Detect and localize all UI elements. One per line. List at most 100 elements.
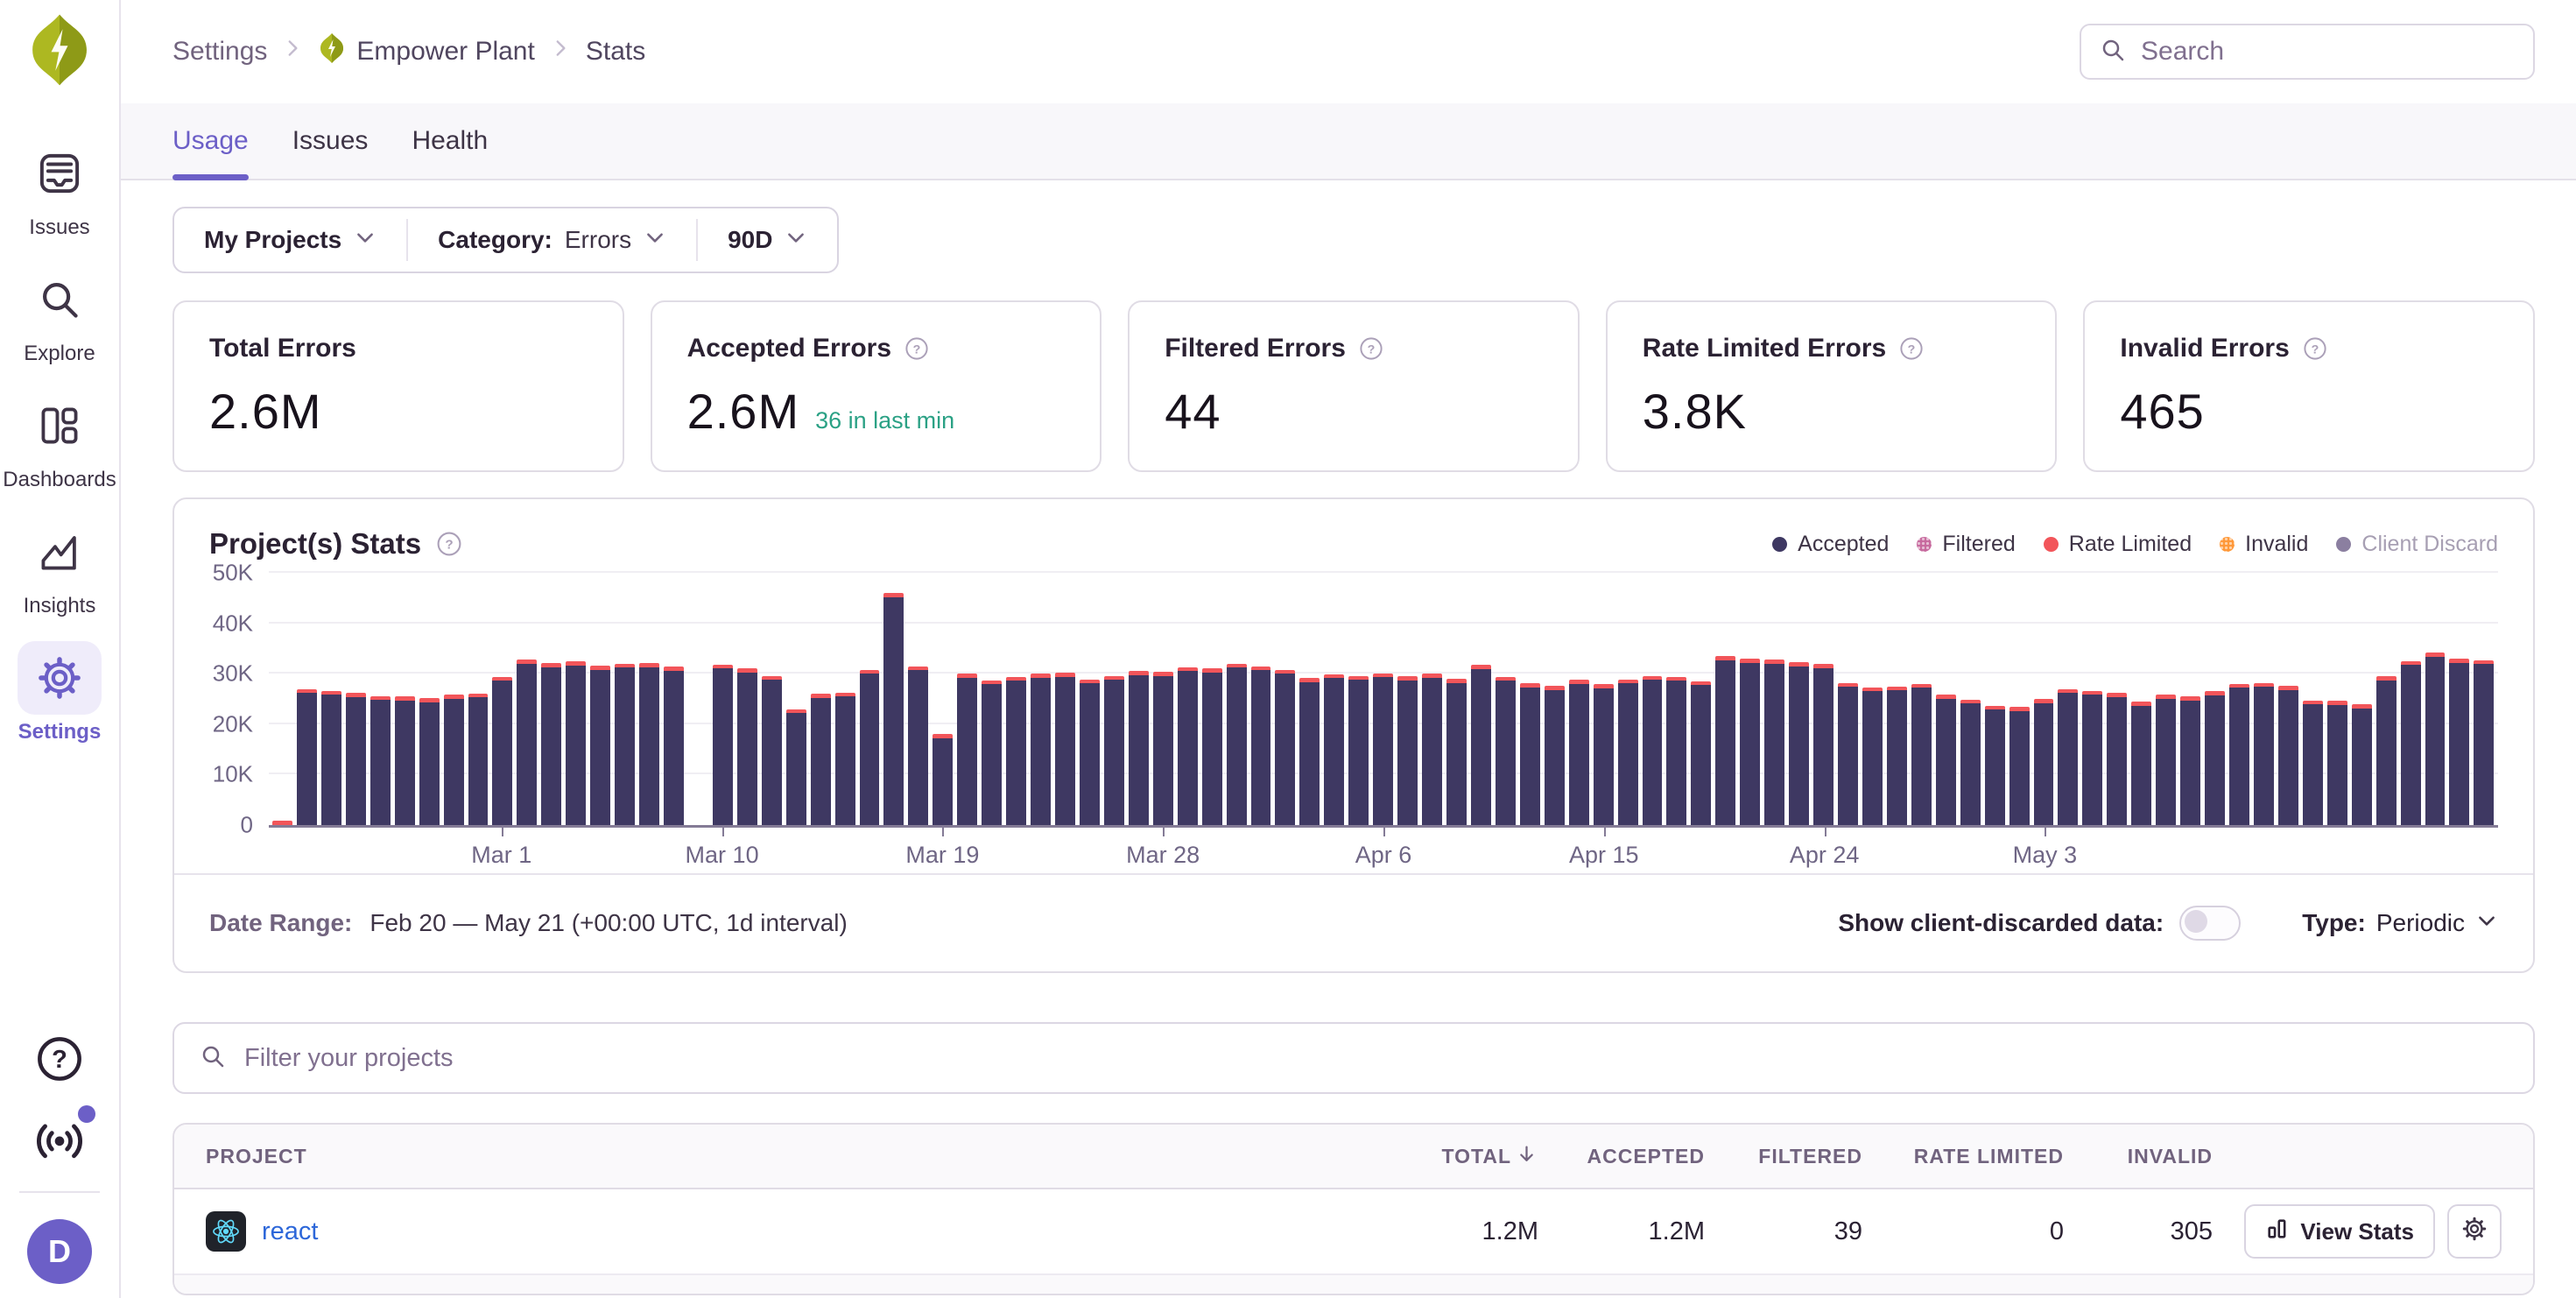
chart-bar[interactable] (1666, 677, 1686, 825)
chart-bar[interactable] (419, 698, 440, 825)
chart-bar[interactable] (2327, 701, 2347, 825)
chart-bar[interactable] (2034, 699, 2054, 825)
chart-bar[interactable] (346, 693, 366, 825)
chart-bar[interactable] (2376, 676, 2397, 825)
project-filter-input[interactable] (243, 1043, 2509, 1074)
chart-bar[interactable] (1006, 677, 1026, 825)
chart-bar[interactable] (1299, 678, 1320, 825)
global-search-input[interactable] (2139, 36, 2516, 67)
chart-bar[interactable] (860, 670, 880, 825)
chart-bar[interactable] (1251, 667, 1271, 825)
chart-bar[interactable] (541, 663, 561, 825)
chart-bar[interactable] (1397, 676, 1418, 825)
chart-bar[interactable] (590, 666, 610, 825)
chart-bar[interactable] (1153, 672, 1173, 825)
legend-item-invalid[interactable]: Invalid (2220, 532, 2308, 557)
legend-item-client-discard[interactable]: Client Discard (2336, 532, 2498, 557)
project-settings-button[interactable] (2447, 1204, 2502, 1259)
chart-bar[interactable] (2303, 701, 2323, 825)
column-header-rate-limited[interactable]: RATE LIMITED (1862, 1145, 2064, 1168)
chart-bar[interactable] (1348, 676, 1369, 825)
chart-bar[interactable] (1496, 677, 1516, 825)
chart-bar[interactable] (1080, 680, 1100, 825)
breadcrumb-settings[interactable]: Settings (172, 37, 267, 67)
chart-bar[interactable] (639, 663, 659, 825)
chart-bar[interactable] (615, 664, 635, 825)
chart-bar[interactable] (1373, 674, 1393, 825)
legend-item-accepted[interactable]: Accepted (1772, 532, 1889, 557)
help-icon[interactable]: ? (2302, 335, 2328, 362)
chart-bar[interactable] (2131, 702, 2151, 825)
chart-bar[interactable] (664, 667, 684, 825)
sidebar-item-issues[interactable]: Issues (18, 137, 102, 240)
tab-usage[interactable]: Usage (172, 126, 249, 179)
chart-bar[interactable] (1764, 660, 1784, 825)
breadcrumb-stats[interactable]: Stats (586, 37, 645, 67)
project-filter-search[interactable] (172, 1022, 2535, 1094)
chart-bar[interactable] (395, 696, 415, 825)
legend-item-filtered[interactable]: Filtered (1917, 532, 2015, 557)
help-icon[interactable]: ? (1898, 335, 1925, 362)
chart-bar[interactable] (1227, 664, 1247, 825)
chart-bar[interactable] (1446, 679, 1467, 825)
chart-bar[interactable] (1960, 700, 1981, 825)
chart-bar[interactable] (2107, 693, 2127, 825)
legend-item-rate-limited[interactable]: Rate Limited (2044, 532, 2192, 557)
chart-bar[interactable] (1104, 676, 1124, 825)
chart-bar[interactable] (468, 694, 489, 825)
chart-bar[interactable] (2425, 653, 2446, 825)
help-icon[interactable]: ? (904, 335, 930, 362)
view-stats-button[interactable]: View Stats (2244, 1204, 2435, 1259)
chart-bar[interactable] (2254, 683, 2274, 825)
help-icon[interactable]: ? (435, 530, 463, 558)
chart-bar[interactable] (1740, 659, 1760, 825)
chart-bar[interactable] (1691, 681, 1711, 825)
chart-bar[interactable] (566, 661, 586, 825)
avatar[interactable]: D (27, 1219, 92, 1284)
chart-bar[interactable] (1911, 684, 1932, 825)
chart-bar[interactable] (1985, 706, 2005, 825)
chart-bar[interactable] (1545, 686, 1565, 825)
chart-bar[interactable] (492, 677, 512, 825)
category-filter-dropdown[interactable]: Category: Errors (408, 208, 696, 272)
chart-bar[interactable] (1129, 671, 1149, 825)
chart-bar[interactable] (297, 689, 317, 825)
help-icon[interactable]: ? (1358, 335, 1384, 362)
chart-bar[interactable] (2156, 695, 2176, 825)
chart-bar[interactable] (1055, 673, 1075, 825)
column-header-invalid[interactable]: INVALID (2064, 1145, 2213, 1168)
chart-bar[interactable] (811, 694, 831, 825)
chart-bar[interactable] (883, 593, 904, 825)
column-header-filtered[interactable]: FILTERED (1705, 1145, 1862, 1168)
chart-bar[interactable] (957, 674, 977, 825)
chart-bar[interactable] (713, 665, 733, 825)
chart-bar[interactable] (2474, 660, 2494, 825)
chart-bar[interactable] (2082, 691, 2102, 825)
global-search[interactable] (2080, 24, 2535, 80)
chart-bar[interactable] (1618, 680, 1638, 825)
chart-bar[interactable] (1178, 667, 1198, 825)
project-link[interactable]: react (262, 1217, 318, 1246)
column-header-project[interactable]: PROJECT (206, 1145, 1390, 1168)
chart-bar[interactable] (1275, 670, 1295, 825)
chart-bar[interactable] (1594, 684, 1614, 825)
chart-bar[interactable] (2401, 661, 2421, 825)
chart-bar[interactable] (1887, 687, 1907, 825)
chart-bar[interactable] (2009, 707, 2030, 825)
chart-bar[interactable] (1324, 674, 1344, 825)
chart-bar[interactable] (737, 668, 757, 825)
chart-bar[interactable] (2278, 686, 2298, 825)
chart-bar[interactable] (2229, 684, 2249, 825)
chart-bar[interactable] (2449, 659, 2469, 825)
sidebar-item-settings[interactable]: Settings (18, 641, 102, 744)
chart-bar[interactable] (1643, 676, 1663, 825)
chart-bar[interactable] (1789, 662, 1809, 825)
chart-bar[interactable] (321, 691, 341, 825)
sidebar-item-explore[interactable]: Explore (18, 263, 102, 366)
chart-bar[interactable] (1031, 674, 1051, 825)
column-header-total[interactable]: TOTAL (1390, 1142, 1538, 1171)
projects-filter-dropdown[interactable]: My Projects (174, 208, 406, 272)
chart-bar[interactable] (1813, 664, 1833, 825)
breadcrumb-organization[interactable]: Empower Plant (318, 32, 534, 71)
column-header-accepted[interactable]: ACCEPTED (1538, 1145, 1705, 1168)
